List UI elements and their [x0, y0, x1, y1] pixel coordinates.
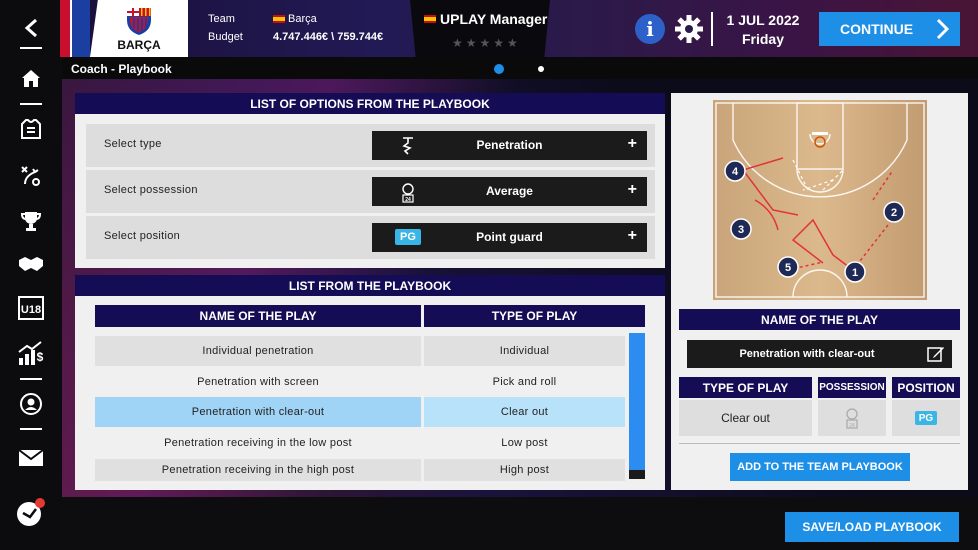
play-type-cell: Pick and roll [424, 367, 625, 397]
select-type-row: Select type Penetration + [86, 124, 655, 167]
svg-text:3: 3 [738, 224, 744, 236]
edit-icon[interactable] [927, 345, 945, 363]
team-value: Barça [288, 13, 317, 25]
page-indicator-active[interactable] [494, 64, 504, 74]
club-name: BARÇA [117, 37, 161, 52]
type-dropdown[interactable]: Penetration + [372, 131, 647, 160]
home-icon[interactable] [0, 60, 62, 96]
list-panel-title: LIST FROM THE PLAYBOOK [75, 275, 665, 296]
detail-type-value: Clear out [679, 400, 812, 436]
select-position-label: Select position [104, 230, 181, 242]
plus-icon: + [627, 135, 637, 152]
page-indicator[interactable] [538, 66, 544, 72]
type-header: TYPE OF PLAY [679, 377, 812, 398]
spain-flag-icon [424, 15, 436, 23]
possession-dropdown[interactable]: 24 Average + [372, 177, 647, 206]
divider [711, 12, 713, 46]
position-badge: PG [915, 411, 937, 425]
svg-text:U18: U18 [21, 304, 41, 316]
column-header-name: NAME OF THE PLAY [95, 305, 421, 327]
info-icon[interactable]: i [635, 14, 665, 44]
club-crest: BARÇA [90, 0, 188, 57]
position-value: Point guard [476, 230, 543, 244]
spain-flag-icon [273, 15, 285, 23]
continue-label: CONTINUE [840, 21, 914, 37]
finances-icon[interactable]: $ [0, 335, 62, 371]
possession-timer-icon: 24 [846, 408, 858, 429]
budget-label: Budget [208, 31, 243, 43]
play-type-cell: Clear out [424, 397, 625, 427]
options-panel-title: LIST OF OPTIONS FROM THE PLAYBOOK [75, 93, 665, 114]
divider [20, 103, 42, 105]
handshake-icon[interactable] [0, 246, 62, 282]
play-name-value: Penetration with clear-out [739, 348, 875, 360]
play-name-cell: Penetration receiving in the high post [95, 459, 421, 481]
play-name-cell: Penetration with clear-out [95, 397, 421, 427]
gear-icon[interactable] [674, 14, 704, 44]
notifications-bird-icon[interactable] [0, 494, 62, 530]
svg-text:$: $ [37, 350, 44, 364]
play-name-cell: Penetration with screen [95, 367, 421, 397]
play-name-field[interactable]: Penetration with clear-out [687, 340, 952, 368]
svg-text:4: 4 [732, 166, 739, 178]
manager-rating-stars: ★★★★★ [452, 36, 521, 50]
back-icon[interactable] [0, 10, 62, 46]
svg-text:24: 24 [849, 423, 855, 429]
save-load-playbook-button[interactable]: SAVE/LOAD PLAYBOOK [785, 512, 959, 542]
svg-text:5: 5 [785, 262, 791, 274]
divider [20, 378, 42, 380]
scrollbar-thumb[interactable] [629, 333, 645, 470]
select-possession-label: Select possession [104, 184, 198, 196]
breadcrumb-bar [62, 57, 978, 79]
tactics-icon[interactable] [0, 158, 62, 194]
position-header: POSITION [892, 377, 960, 398]
club-shield-icon [127, 7, 151, 35]
weekday: Friday [741, 31, 784, 47]
possession-header: POSSESSION [818, 377, 886, 398]
plus-icon: + [627, 181, 637, 198]
u18-icon[interactable]: U18 [0, 290, 62, 326]
select-possession-row: Select possession 24 Average + [86, 170, 655, 213]
divider [20, 47, 42, 49]
play-type-cell: Low post [424, 428, 625, 458]
team-label: Team [208, 13, 235, 25]
detail-name-header: NAME OF THE PLAY [679, 309, 960, 330]
continue-button[interactable]: CONTINUE [819, 12, 960, 46]
chevron-right-icon [936, 18, 950, 40]
club-flag-stripe [60, 0, 90, 57]
breadcrumb: Coach - Playbook [71, 62, 172, 76]
trophy-icon[interactable] [0, 203, 62, 239]
plus-icon: + [627, 227, 637, 244]
type-value: Penetration [476, 138, 543, 152]
sidebar: U18 $ [0, 0, 62, 550]
possession-value: Average [486, 184, 533, 198]
divider [679, 443, 960, 444]
select-type-label: Select type [104, 138, 162, 150]
add-to-playbook-button[interactable]: ADD TO THE TEAM PLAYBOOK [730, 453, 910, 481]
select-position-row: Select position PG Point guard + [86, 216, 655, 259]
play-type-cell: High post [424, 459, 625, 481]
profile-icon[interactable] [0, 386, 62, 422]
mail-icon[interactable] [0, 440, 62, 476]
detail-position-cell: PG [892, 400, 960, 436]
column-header-type: TYPE OF PLAY [424, 305, 645, 327]
divider [20, 428, 42, 430]
budget-value: 4.747.446€ \ 759.744€ [273, 31, 384, 43]
detail-possession-cell: 24 [818, 400, 886, 436]
team-shirt-icon[interactable] [0, 112, 62, 148]
play-type-cell: Individual [424, 336, 625, 366]
svg-text:2: 2 [891, 207, 897, 219]
manager-name: UPLAY Manager [440, 11, 548, 27]
play-name-cell: Penetration receiving in the low post [95, 428, 421, 458]
svg-text:1: 1 [852, 267, 858, 279]
court-diagram: 1 2 3 4 5 [713, 100, 927, 300]
position-dropdown[interactable]: PG Point guard + [372, 223, 647, 252]
play-name-cell: Individual penetration [95, 336, 421, 366]
date: 1 JUL 2022 [726, 12, 800, 28]
